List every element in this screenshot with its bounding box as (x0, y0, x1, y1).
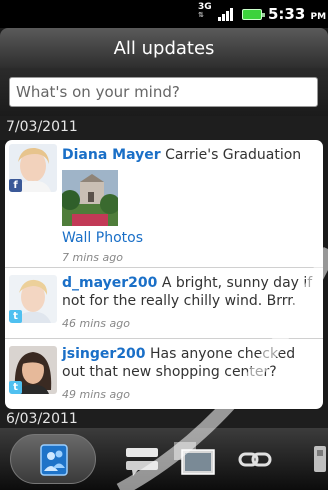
tab-more[interactable] (290, 434, 328, 484)
list-item[interactable]: t jsinger200 Has anyone checked out that… (5, 340, 323, 409)
tab-messages[interactable] (112, 434, 172, 484)
list-item[interactable]: f Diana Mayer Carrie's Graduation Wall P… (5, 140, 323, 268)
network-arrows-icon: ⇅ (198, 11, 204, 19)
avatar[interactable]: t (9, 275, 57, 323)
status-bar: 3G ⇅ 5:33 PM (0, 0, 328, 28)
page-title: All updates (113, 38, 215, 59)
date-header: 7/03/2011 (0, 116, 328, 140)
clock: 5:33 PM (268, 5, 327, 23)
author-name[interactable]: Diana Mayer (62, 147, 161, 163)
bottom-tab-bar (0, 428, 328, 490)
signal-icon (218, 7, 236, 21)
photos-icon (174, 442, 215, 475)
facebook-icon: f (9, 179, 22, 192)
author-name[interactable]: d_mayer200 (62, 275, 157, 291)
photo-thumbnail[interactable] (62, 170, 118, 226)
photo-album-link[interactable]: Wall Photos (62, 230, 143, 246)
author-name[interactable]: jsinger200 (62, 346, 146, 362)
avatar[interactable]: t (9, 346, 57, 394)
tab-all-updates[interactable] (10, 434, 96, 484)
date-header: 6/03/2011 (0, 410, 328, 428)
all-updates-icon (40, 444, 68, 476)
timestamp: 49 mins ago (62, 388, 130, 401)
post-text: Carrie's Graduation (165, 147, 302, 163)
updates-list[interactable]: f Diana Mayer Carrie's Graduation Wall P… (5, 140, 323, 409)
twitter-icon: t (9, 381, 22, 394)
timestamp: 7 mins ago (62, 251, 123, 264)
links-icon (238, 452, 272, 467)
messages-icon (126, 448, 158, 476)
status-update-input[interactable]: What's on your mind? (9, 77, 318, 107)
tab-links[interactable] (226, 434, 286, 484)
timestamp: 46 mins ago (62, 317, 130, 330)
battery-icon (242, 9, 265, 20)
twitter-icon: t (9, 310, 22, 323)
network-indicator: 3G ⇅ (198, 2, 212, 19)
list-item[interactable]: t d_mayer200 A bright, sunny day if not … (5, 269, 323, 339)
composer-bar: What's on your mind? (0, 68, 328, 116)
photo-icon (62, 170, 118, 226)
avatar[interactable]: f (9, 144, 57, 192)
tab-photos[interactable] (168, 434, 228, 484)
title-bar: All updates (0, 28, 328, 68)
more-icon (314, 446, 326, 472)
